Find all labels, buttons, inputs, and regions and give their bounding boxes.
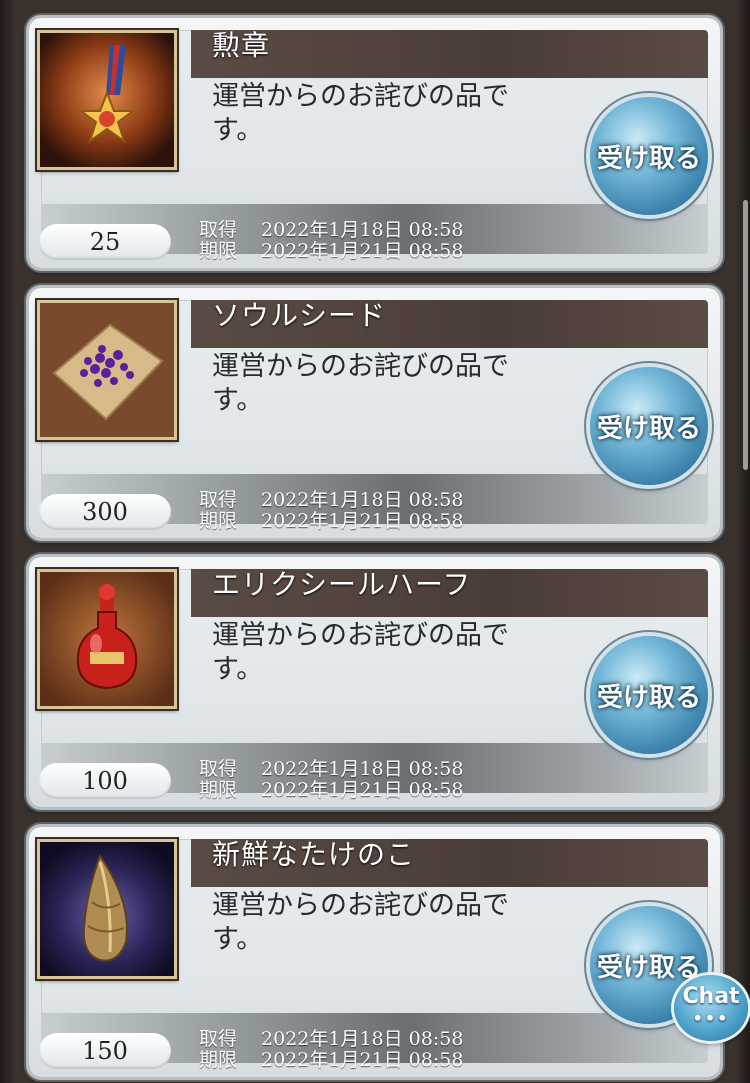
item-dates: 取得 2022年1月18日 08:58 期限 2022年1月21日 08:58 xyxy=(199,759,463,801)
expiry-row: 期限 2022年1月21日 08:58 xyxy=(199,1050,463,1071)
item-name: エリクシールハーフ xyxy=(212,568,472,601)
expiry-date: 2022年1月21日 08:58 xyxy=(261,240,464,262)
elixir-bottle-icon xyxy=(37,569,177,709)
acquired-row: 取得 2022年1月18日 08:58 xyxy=(199,220,463,241)
expiry-label: 期限 xyxy=(199,240,238,262)
gift-card-soul-seed: ソウルシード 運営からのお詫びの品で す。 300 取得 2022年1月18日 0… xyxy=(29,288,720,538)
claim-button[interactable]: 受け取る xyxy=(590,636,708,754)
description-text: 運営からのお詫びの品で す。 xyxy=(212,890,509,955)
gift-card-bamboo-shoot: 新鮮なたけのこ 運営からのお詫びの品で す。 150 取得 2022年1月18日 … xyxy=(29,827,720,1077)
expiry-label: 期限 xyxy=(199,1049,238,1071)
chat-dots-icon: ••• xyxy=(692,1009,730,1028)
item-name: 新鮮なたけのこ xyxy=(212,838,416,871)
acquired-date: 2022年1月18日 08:58 xyxy=(261,758,464,780)
acquired-label: 取得 xyxy=(199,1028,238,1050)
acquired-date: 2022年1月18日 08:58 xyxy=(261,1028,464,1050)
acquired-label: 取得 xyxy=(199,489,238,511)
acquired-row: 取得 2022年1月18日 08:58 xyxy=(199,759,463,780)
acquired-label: 取得 xyxy=(199,758,238,780)
expiry-label: 期限 xyxy=(199,510,238,532)
acquired-row: 取得 2022年1月18日 08:58 xyxy=(199,490,463,511)
item-description: 運営からのお詫びの品で す。 xyxy=(212,350,532,418)
expiry-label: 期限 xyxy=(199,779,238,801)
item-dates: 取得 2022年1月18日 08:58 期限 2022年1月21日 08:58 xyxy=(199,490,463,532)
description-text: 運営からのお詫びの品で す。 xyxy=(212,81,509,146)
description-text: 運営からのお詫びの品で す。 xyxy=(212,620,509,685)
acquired-row: 取得 2022年1月18日 08:58 xyxy=(199,1029,463,1050)
scrollbar[interactable] xyxy=(743,200,748,470)
item-count: 25 xyxy=(39,224,171,260)
expiry-date: 2022年1月21日 08:58 xyxy=(261,1049,464,1071)
item-count: 150 xyxy=(39,1033,171,1069)
medal-icon xyxy=(37,30,177,170)
expiry-row: 期限 2022年1月21日 08:58 xyxy=(199,511,463,532)
description-text: 運営からのお詫びの品で す。 xyxy=(212,351,509,416)
expiry-row: 期限 2022年1月21日 08:58 xyxy=(199,780,463,801)
acquired-date: 2022年1月18日 08:58 xyxy=(261,219,464,241)
expiry-date: 2022年1月21日 08:58 xyxy=(261,510,464,532)
bamboo-shoot-icon xyxy=(37,839,177,979)
item-description: 運営からのお詫びの品で す。 xyxy=(212,80,532,148)
chat-button[interactable]: Chat ••• xyxy=(674,975,748,1041)
item-name: 勲章 xyxy=(212,29,271,62)
expiry-row: 期限 2022年1月21日 08:58 xyxy=(199,241,463,262)
item-description: 運営からのお詫びの品で す。 xyxy=(212,889,532,957)
item-dates: 取得 2022年1月18日 08:58 期限 2022年1月21日 08:58 xyxy=(199,1029,463,1071)
item-name: ソウルシード xyxy=(212,299,387,332)
gift-card-medal: 勲章 運営からのお詫びの品で す。 25 取得 2022年1月18日 08:58 … xyxy=(29,18,720,268)
item-dates: 取得 2022年1月18日 08:58 期限 2022年1月21日 08:58 xyxy=(199,220,463,262)
gift-card-elixir-half: エリクシールハーフ 運営からのお詫びの品で す。 100 取得 2022年1月18… xyxy=(29,557,720,807)
soul-seed-icon xyxy=(37,300,177,440)
acquired-date: 2022年1月18日 08:58 xyxy=(261,489,464,511)
item-description: 運営からのお詫びの品で す。 xyxy=(212,619,532,687)
claim-button[interactable]: 受け取る xyxy=(590,367,708,485)
acquired-label: 取得 xyxy=(199,219,238,241)
expiry-date: 2022年1月21日 08:58 xyxy=(261,779,464,801)
item-count: 300 xyxy=(39,494,171,530)
gift-box-screen: 勲章 運営からのお詫びの品で す。 25 取得 2022年1月18日 08:58 … xyxy=(0,0,750,1083)
claim-button[interactable]: 受け取る xyxy=(590,97,708,215)
item-count: 100 xyxy=(39,763,171,799)
chat-label: Chat xyxy=(682,984,740,1009)
